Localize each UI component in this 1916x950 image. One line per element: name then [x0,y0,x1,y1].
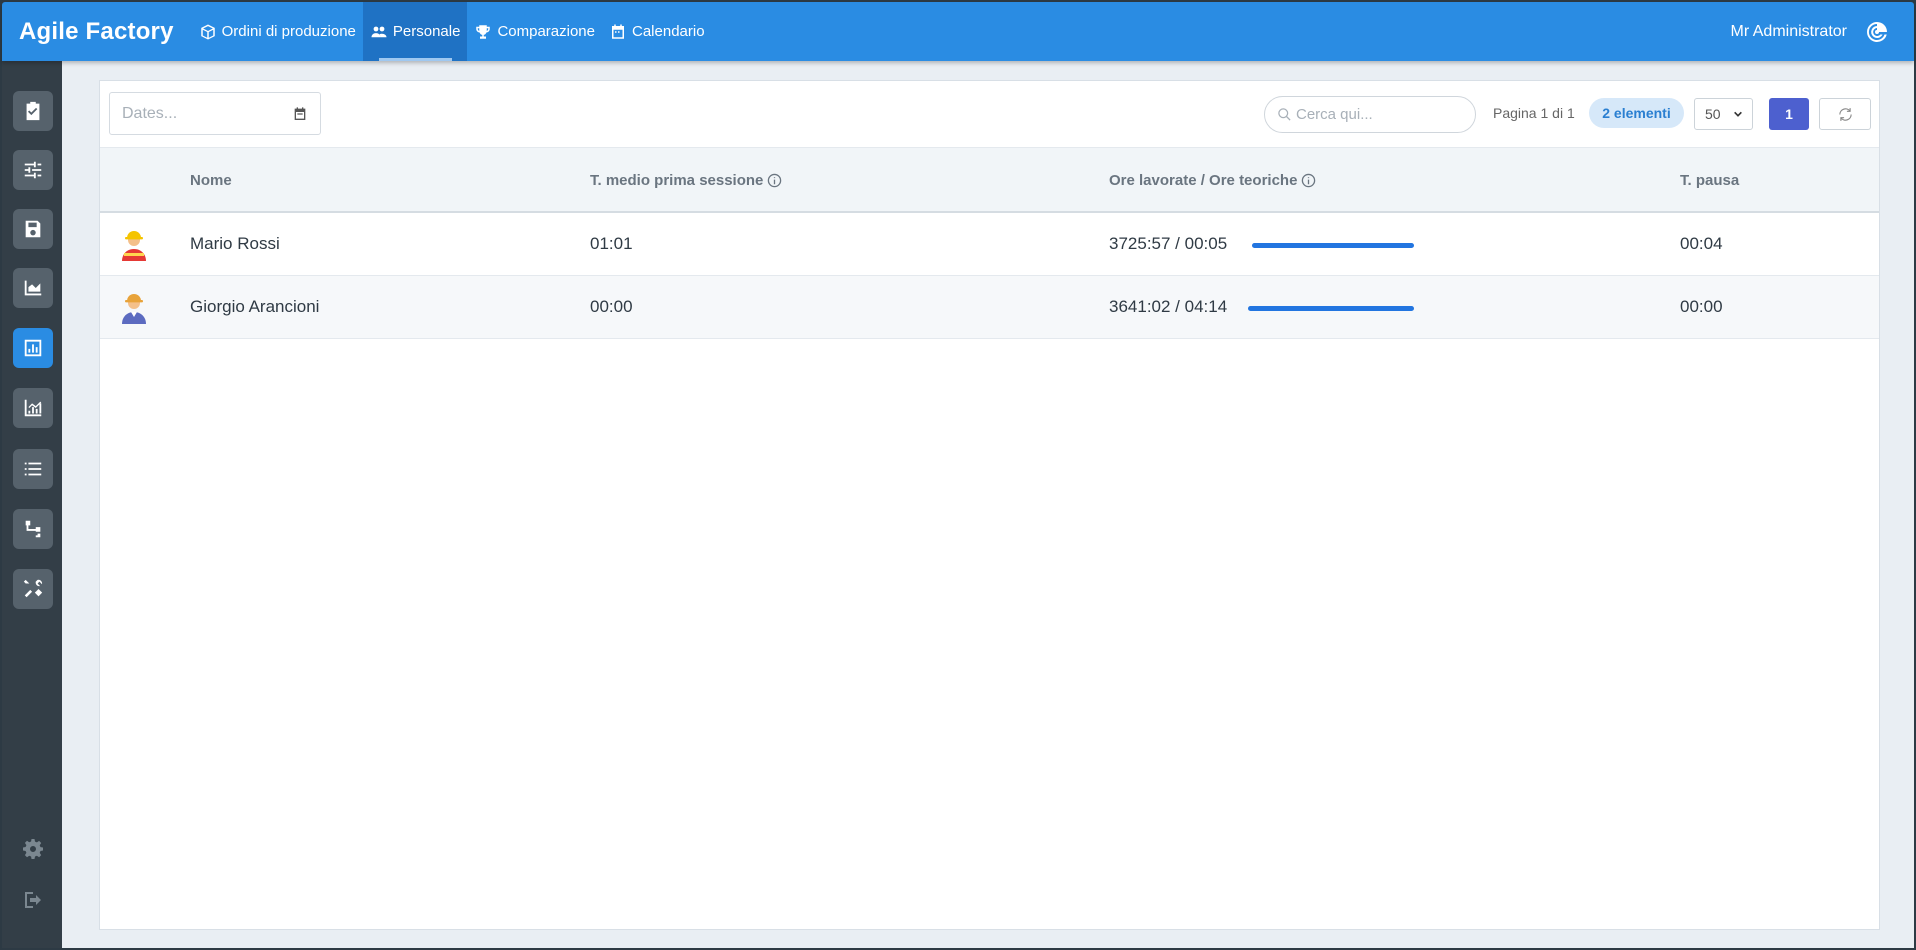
save-icon [25,220,41,238]
worker-avatar-icon [122,231,146,261]
bar-chart-icon [24,339,42,357]
main-content: Dates... Cerca qui... Pagina 1 di 1 2 el… [62,61,1914,948]
column-header-pause[interactable]: T. pausa [1680,172,1739,189]
sidebar-item-settings-sliders[interactable] [13,150,53,190]
count-badge: 2 elementi [1589,98,1684,128]
avg-first-session: 01:01 [590,234,633,253]
table-row[interactable]: Mario Rossi 01:01 3725:57 / 00:05 00:04 [100,213,1879,276]
column-header-nome[interactable]: Nome [190,172,232,189]
refresh-button[interactable] [1819,98,1871,130]
column-header-hours[interactable]: Ore lavorate / Ore teoriche [1109,172,1316,189]
flow-icon [25,520,41,538]
toolbar: Dates... Cerca qui... Pagina 1 di 1 2 el… [100,81,1879,147]
chevron-down-icon [1733,111,1742,117]
user-circle-icon[interactable] [1865,20,1889,44]
top-navbar: Agile Factory Ordini di produzione Perso… [2,2,1914,61]
info-icon[interactable] [1301,173,1316,188]
page-button-1[interactable]: 1 [1769,98,1809,130]
clipboard-check-icon [26,101,40,121]
dates-placeholder: Dates... [122,104,178,122]
hours-worked: 3725:57 / 00:05 [1109,234,1228,253]
gear-icon [23,839,43,859]
nav-label: Ordini di produzione [221,23,356,40]
search-input[interactable]: Cerca qui... [1264,96,1476,133]
area-chart-icon [24,280,42,296]
nav-label: Calendario [632,23,705,40]
nav-label: Personale [392,23,461,40]
table-header: Nome T. medio prima sessione Ore lavorat… [100,147,1879,213]
tools-icon [23,579,43,598]
sidebar-item-tasks[interactable] [13,91,53,131]
search-placeholder: Cerca qui... [1296,106,1373,123]
sidebar-item-analytics[interactable] [13,388,53,428]
hours-worked: 3641:02 / 04:14 [1109,297,1228,316]
employee-name[interactable]: Giorgio Arancioni [190,297,319,317]
employee-name[interactable]: Mario Rossi [190,234,280,254]
per-page-value: 50 [1705,106,1721,122]
analytics-chart-icon [24,399,42,417]
nav-personale[interactable]: Personale [362,2,468,61]
sidebar-item-area-chart[interactable] [13,268,53,308]
nav-comparazione[interactable]: Comparazione [467,2,602,61]
sidebar-item-list[interactable] [13,449,53,489]
user-name[interactable]: Mr Administrator [1731,23,1847,41]
avg-first-session: 00:00 [590,297,633,316]
worker-avatar-icon [122,294,146,324]
sliders-icon [24,161,42,179]
sidebar-item-flow[interactable] [13,509,53,549]
app-title[interactable]: Agile Factory [19,18,174,46]
nav-ordini-di-produzione[interactable]: Ordini di produzione [192,2,363,61]
sidebar-item-save[interactable] [13,209,53,249]
table-row[interactable]: Giorgio Arancioni 00:00 3641:02 / 04:14 … [100,276,1879,339]
nav-calendario[interactable]: Calendario [602,2,712,61]
box-icon [200,24,215,39]
sidebar-item-tools[interactable] [13,569,53,609]
info-icon[interactable] [767,173,782,188]
trophy-icon [476,24,491,39]
page-info: Pagina 1 di 1 [1493,105,1575,121]
nav-label: Comparazione [497,23,595,40]
sidebar-logout[interactable] [21,888,45,912]
sidebar-item-bar-chart[interactable] [13,328,53,368]
sidebar-settings[interactable] [21,837,45,861]
dates-field[interactable]: Dates... [109,92,321,135]
users-icon [371,26,387,37]
calendar-icon[interactable] [292,106,308,122]
pause-time: 00:00 [1680,297,1723,316]
calendar-icon [612,24,624,39]
column-header-avg-first-session[interactable]: T. medio prima sessione [590,172,782,189]
logout-icon [25,892,41,908]
refresh-icon [1838,107,1852,121]
hours-progress-bar [1248,306,1414,311]
search-icon [1278,108,1291,121]
list-icon [24,462,42,476]
personnel-card: Dates... Cerca qui... Pagina 1 di 1 2 el… [99,80,1880,930]
sidebar [2,61,62,948]
per-page-select[interactable]: 50 [1694,98,1753,130]
pause-time: 00:04 [1680,234,1723,253]
hours-progress-bar [1252,243,1414,248]
